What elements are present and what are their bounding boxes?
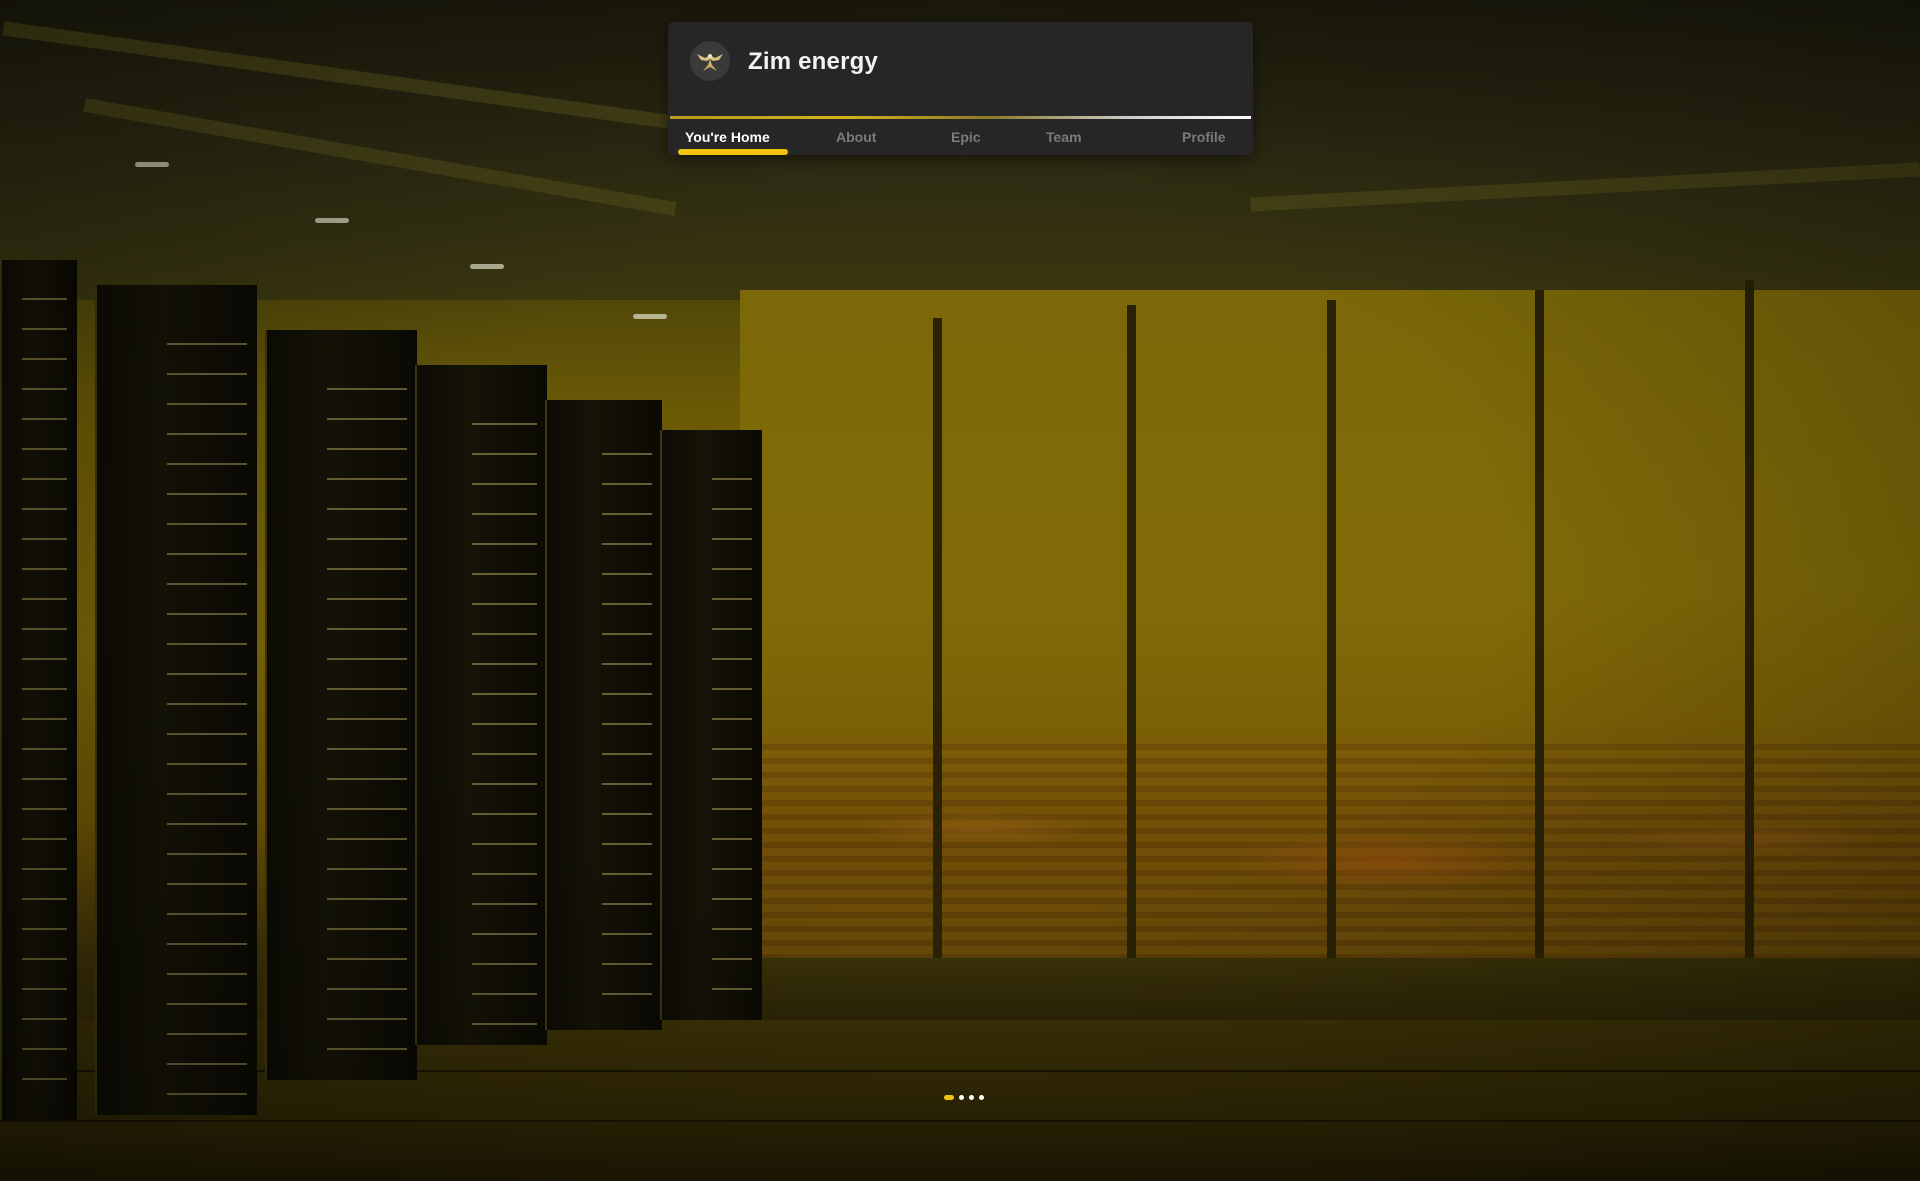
- slide-pager: [944, 1094, 984, 1100]
- active-tab-indicator: [678, 149, 788, 155]
- tab-team[interactable]: Team: [1046, 119, 1082, 155]
- eagle-emblem-icon: [697, 54, 723, 71]
- pager-dot[interactable]: [959, 1094, 964, 1100]
- pager-dot[interactable]: [944, 1094, 954, 1100]
- vignette-overlay: [0, 0, 1920, 1181]
- tab-epic[interactable]: Epic: [951, 119, 981, 155]
- pager-dot[interactable]: [969, 1094, 974, 1100]
- brand-row: Zim energy: [668, 22, 1253, 96]
- tab-profile[interactable]: Profile: [1182, 119, 1226, 155]
- background-image: [0, 0, 1920, 1181]
- eagle-emblem-icon[interactable]: [690, 41, 730, 81]
- tab-about[interactable]: About: [836, 119, 876, 155]
- navigation-card: Zim energy You're Home About Epic Team P…: [668, 22, 1253, 155]
- pager-dot[interactable]: [979, 1094, 984, 1100]
- brand-title: Zim energy: [748, 48, 879, 75]
